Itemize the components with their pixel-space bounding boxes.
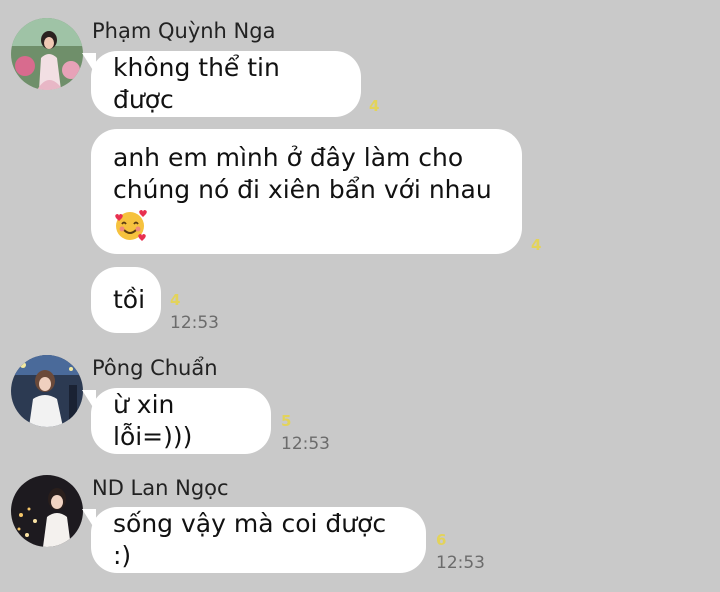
avatar-nd-lan-ngoc[interactable] [11, 475, 83, 547]
message-bubble[interactable]: sống vậy mà coi được :) [82, 507, 426, 573]
reaction-count[interactable]: 4 [170, 291, 180, 309]
avatar-pong-chuan[interactable] [11, 355, 83, 427]
timestamp: 12:53 [170, 313, 219, 333]
message-bubble[interactable]: tồi [91, 267, 161, 333]
sender-name: ND Lan Ngọc [92, 476, 229, 500]
message-bubble[interactable]: anh em mình ở đây làm cho chúng nó đi xi… [91, 129, 522, 254]
reaction-count[interactable]: 4 [369, 97, 379, 115]
timestamp: 12:53 [436, 553, 485, 573]
sender-name: Phạm Quỳnh Nga [92, 19, 276, 43]
message-text: không thể tin được [113, 53, 280, 114]
message-text: ừ xin lỗi=))) [113, 390, 193, 451]
timestamp: 12:53 [281, 434, 330, 454]
reaction-count[interactable]: 4 [531, 236, 541, 254]
message-bubble[interactable]: ừ xin lỗi=))) [82, 388, 271, 454]
smiling-face-with-hearts-icon [115, 209, 147, 241]
message-text: tồi [113, 285, 146, 314]
message-bubble[interactable]: không thể tin được [82, 51, 361, 117]
avatar-pham-quynh-nga[interactable] [11, 18, 83, 90]
reaction-count[interactable]: 6 [436, 531, 446, 549]
sender-name: Pông Chuẩn [92, 356, 218, 380]
message-text: sống vậy mà coi được :) [113, 509, 387, 570]
message-text-line: anh em mình ở đây làm cho [113, 142, 464, 172]
message-text-line: chúng nó đi xiên bẩn với nhau [113, 174, 492, 204]
reaction-count[interactable]: 5 [281, 412, 291, 430]
chat-screen: { "messages": [ { "sender": "Phạm Quỳnh … [0, 0, 720, 592]
